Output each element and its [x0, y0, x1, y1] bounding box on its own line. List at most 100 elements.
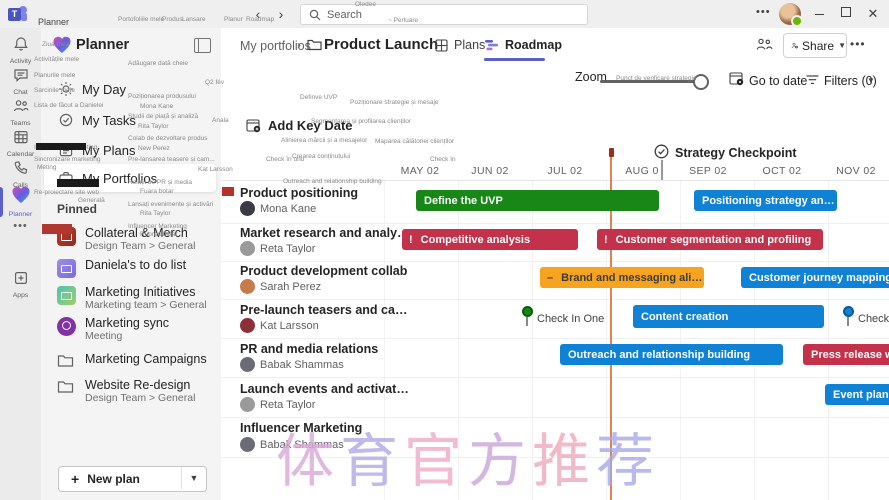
- search-input[interactable]: Search: [300, 4, 588, 25]
- search-icon: [309, 9, 321, 21]
- sidebar-item-my-day[interactable]: My Day: [44, 75, 216, 103]
- tab-plans[interactable]: Plans: [435, 38, 485, 52]
- gantt-bar[interactable]: Event planning: [825, 384, 889, 405]
- titlebar-more-button[interactable]: •••: [756, 6, 771, 18]
- month-gridline: [828, 181, 829, 500]
- task-row-title[interactable]: Market research and analysis: [240, 226, 410, 240]
- sidebar-item-my-portfolios[interactable]: My Portfolios: [44, 164, 216, 192]
- sidebar-item-label: My Day: [82, 82, 126, 97]
- pinned-item-marketing-campaigns[interactable]: Marketing Campaigns: [44, 352, 216, 372]
- pinned-item-marketing-sync[interactable]: Marketing syncMeeting: [44, 316, 216, 346]
- back-button[interactable]: ‹: [250, 5, 266, 23]
- tab-roadmap[interactable]: Roadmap: [485, 38, 562, 52]
- checkpoint-check-icon[interactable]: [654, 144, 669, 159]
- zoom-slider-thumb[interactable]: [693, 74, 709, 90]
- sidebar-item-activity[interactable]: Activity: [0, 36, 41, 65]
- pinned-item-daniela-s-to-do-list[interactable]: Daniela's to do list: [44, 258, 216, 278]
- presence-available-icon: [791, 15, 803, 27]
- profile-avatar[interactable]: [779, 3, 801, 25]
- milestone-pin-icon[interactable]: [522, 306, 533, 317]
- apps-icon: [13, 270, 29, 286]
- task-row-title[interactable]: Launch events and activations: [240, 382, 410, 396]
- gantt-bar[interactable]: Define the UVP: [416, 190, 659, 211]
- gantt-bar[interactable]: Customer journey mapping: [741, 267, 889, 288]
- gantt-bar[interactable]: –Brand and messaging alignment: [540, 267, 704, 288]
- new-plan-button[interactable]: + New plan ▼: [58, 466, 207, 492]
- members-icon[interactable]: [756, 37, 773, 52]
- titlebar: T Planner ‹ › Search ••• ✕: [0, 0, 889, 29]
- assignee-name: Sarah Perez: [260, 281, 321, 293]
- pinned-item-subtitle: Marketing team > General: [85, 299, 207, 311]
- main-content: My portfolios › Product Launch Plans Roa…: [221, 28, 889, 500]
- sidebar-item-my-plans[interactable]: My Plans: [44, 136, 216, 164]
- timeline-month-label: NOV 02: [836, 165, 876, 177]
- folder-icon: [307, 38, 322, 51]
- pinned-item-subtitle: Design Team > General: [85, 392, 195, 404]
- row-separator: [221, 417, 889, 418]
- task-row-title[interactable]: Pre-launch teasers and cam...: [240, 303, 410, 317]
- milestone-label: Check In One: [537, 313, 604, 325]
- plus-icon: +: [71, 472, 79, 486]
- zoom-slider[interactable]: [600, 80, 707, 83]
- task-row-title[interactable]: Influencer Marketing: [240, 421, 362, 435]
- go-to-date-button[interactable]: Go to date: [749, 74, 807, 88]
- task-row-title[interactable]: Product development collab: [240, 264, 407, 278]
- plan-icon: [57, 227, 76, 246]
- pinned-item-collateral-merch[interactable]: Collateral & MerchDesign Team > General: [44, 226, 216, 256]
- timeline-month-label: AUG 0: [625, 165, 659, 177]
- header-more-button[interactable]: •••: [850, 37, 866, 51]
- planner-icon: [11, 185, 31, 205]
- gantt-bar[interactable]: Content creation: [633, 305, 824, 328]
- pinned-item-title: Website Re-design: [85, 378, 190, 392]
- sidebar-item-more[interactable]: •••: [0, 216, 41, 235]
- panel-title: Planner: [76, 37, 129, 53]
- task-row-title[interactable]: Product positioning: [240, 186, 358, 200]
- new-plan-chevron-icon[interactable]: ▼: [181, 467, 206, 489]
- sun-icon: [58, 81, 74, 97]
- share-person-icon: [791, 39, 798, 52]
- task-row-title[interactable]: PR and media relations: [240, 342, 378, 356]
- checkpoint-stem: [661, 160, 663, 180]
- milestone-pin-icon[interactable]: [843, 306, 854, 317]
- minimize-button[interactable]: [810, 6, 828, 22]
- plan-icon: [57, 286, 76, 305]
- gantt-bar-label: Positioning strategy and mess...: [702, 195, 837, 207]
- close-button[interactable]: ✕: [864, 6, 882, 22]
- rail-item-label: Calendar: [0, 151, 41, 158]
- pinned-item-website-re-design[interactable]: Website Re-designDesign Team > General: [44, 378, 216, 408]
- gantt-bar[interactable]: Outreach and relationship building: [560, 344, 783, 365]
- maximize-button[interactable]: [837, 6, 855, 22]
- milestone-stem: [847, 317, 849, 326]
- sidebar-item-teams[interactable]: Teams: [0, 98, 41, 127]
- gantt-bar[interactable]: Positioning strategy and mess...: [694, 190, 837, 211]
- gantt-bar-label: Define the UVP: [424, 195, 503, 207]
- assignee-name: Reta Taylor: [260, 399, 315, 411]
- plan-icon: [57, 317, 76, 336]
- gantt-bar-label: Press release writing: [811, 349, 889, 361]
- gantt-bar-label: Competitive analysis: [421, 234, 530, 246]
- sidebar-item-apps[interactable]: Apps: [0, 270, 41, 299]
- sidebar-item-planner[interactable]: Planner: [0, 185, 41, 218]
- sidebar-item-calendar[interactable]: Calendar: [0, 129, 41, 158]
- checkpoint-label[interactable]: Strategy Checkpoint: [675, 146, 797, 160]
- share-button[interactable]: Share ▼: [783, 33, 847, 58]
- row-separator: [221, 223, 889, 224]
- rail-item-label: Teams: [0, 120, 41, 127]
- collapse-panel-icon[interactable]: [194, 38, 211, 53]
- pinned-item-marketing-initiatives[interactable]: Marketing InitiativesMarketing team > Ge…: [44, 285, 216, 315]
- dots-icon: •••: [13, 220, 28, 232]
- gantt-bar[interactable]: !Competitive analysis: [402, 229, 578, 250]
- sidebar-item-my-tasks[interactable]: My Tasks: [44, 106, 216, 134]
- add-key-date-button[interactable]: Add Key Date: [246, 118, 353, 133]
- phone-icon: [13, 160, 29, 176]
- milestone-label: Check In: [858, 313, 889, 325]
- filters-chevron-icon: ▼: [867, 76, 875, 85]
- active-app-indicator: [0, 187, 3, 217]
- forward-button[interactable]: ›: [273, 5, 289, 23]
- gantt-bar[interactable]: !Customer segmentation and profiling: [597, 229, 823, 250]
- gantt-bar[interactable]: Press release writing: [803, 344, 889, 365]
- share-chevron-icon: ▼: [838, 41, 846, 50]
- assignee-name: Mona Kane: [260, 203, 316, 215]
- assignee-name: Reta Taylor: [260, 243, 315, 255]
- sidebar-item-chat[interactable]: Chat: [0, 67, 41, 96]
